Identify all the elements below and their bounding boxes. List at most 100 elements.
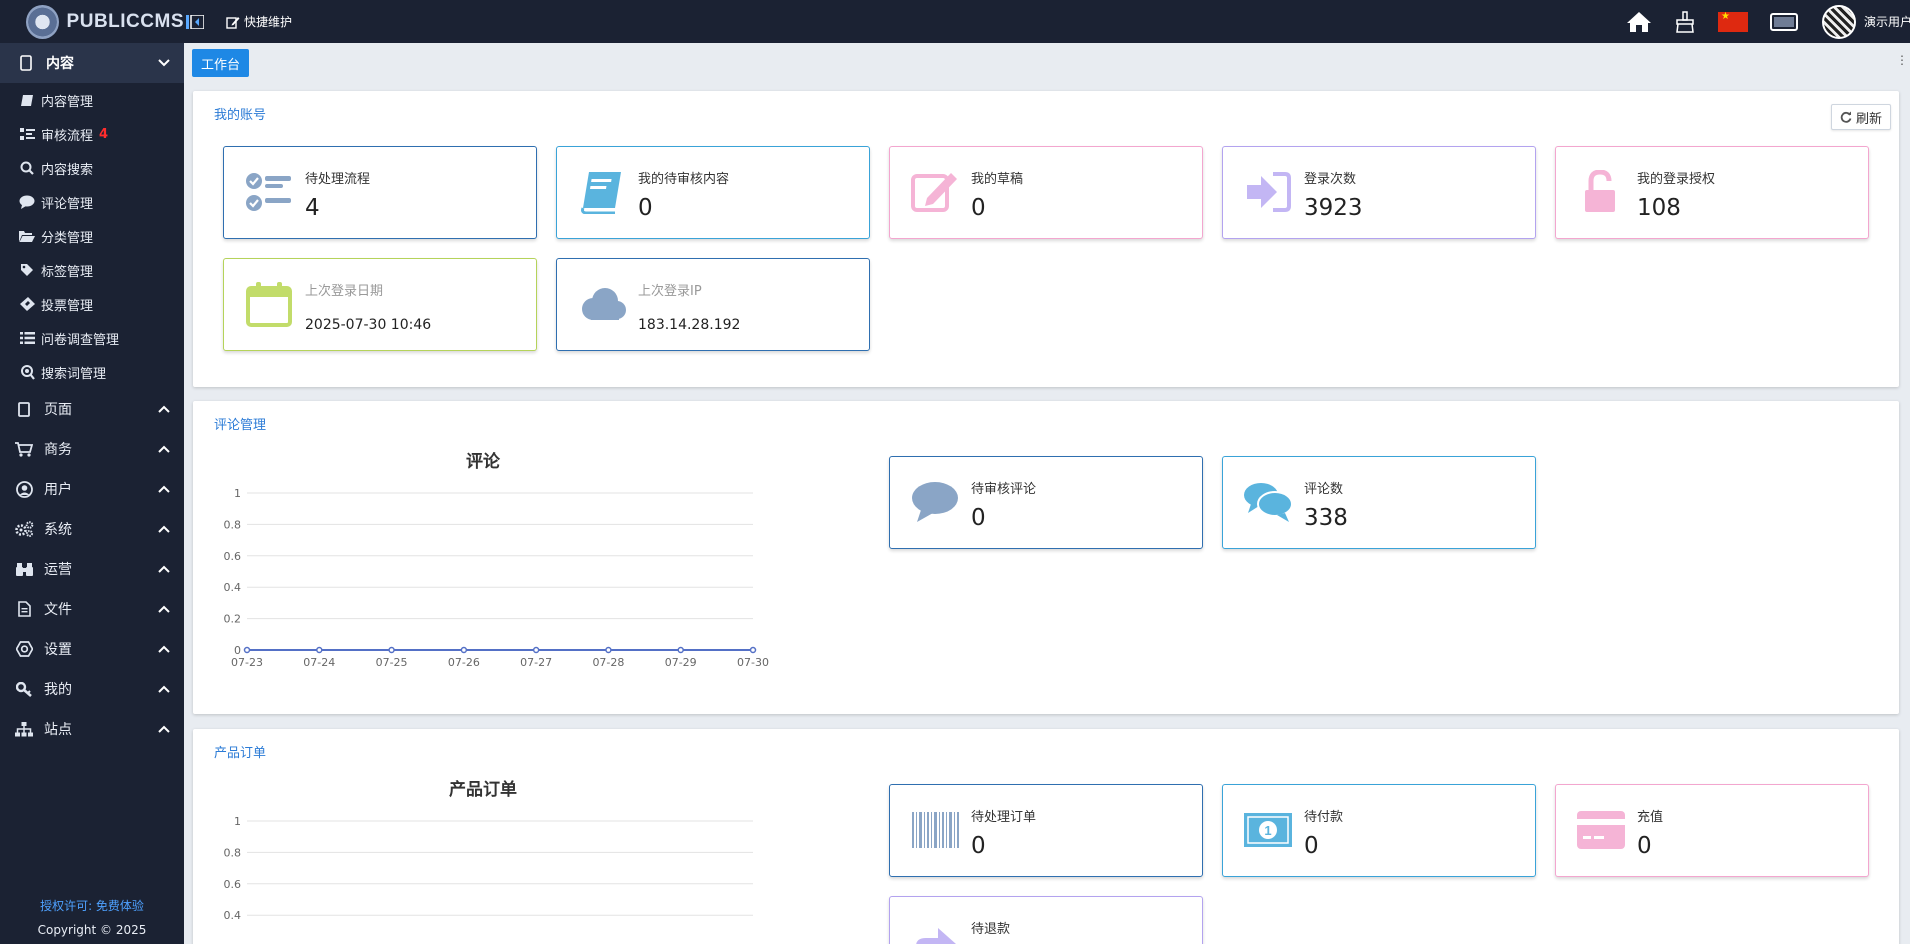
card-my-pending-content[interactable]: 我的待审核内容 0 bbox=[556, 146, 870, 239]
sidebar-group-content[interactable]: 内容 bbox=[0, 43, 184, 83]
chevron-up-icon bbox=[158, 561, 170, 577]
sidebar-item-label: 内容搜索 bbox=[41, 162, 94, 178]
tablet-icon bbox=[14, 401, 34, 417]
y-tick-label: 0.2 bbox=[224, 613, 242, 626]
card-login-count[interactable]: 登录次数 3923 bbox=[1222, 146, 1536, 239]
quick-maintain-link[interactable]: 快捷维护 bbox=[226, 13, 292, 30]
card-value: 0 bbox=[971, 833, 986, 859]
card-pending-flow[interactable]: 待处理流程 4 bbox=[223, 146, 537, 239]
key-icon bbox=[14, 681, 34, 697]
sidebar-group-label: 运营 bbox=[44, 562, 72, 578]
language-flag-icon[interactable] bbox=[1718, 11, 1748, 32]
sidebar-group-commerce[interactable]: 商务 bbox=[0, 429, 184, 469]
sidebar-group-files[interactable]: 文件 bbox=[0, 589, 184, 629]
home-icon[interactable] bbox=[1626, 11, 1652, 33]
sidebar-item-content-manage[interactable]: 内容管理 bbox=[0, 83, 184, 117]
y-tick-label: 0.4 bbox=[224, 909, 242, 922]
chevron-up-icon bbox=[158, 601, 170, 617]
sidebar-group-operations[interactable]: 运营 bbox=[0, 549, 184, 589]
card-value: 338 bbox=[1304, 505, 1348, 531]
card-last-login-ip[interactable]: 上次登录IP 183.14.28.192 bbox=[556, 258, 870, 351]
fullscreen-icon[interactable] bbox=[1770, 12, 1798, 31]
sidebar-item-label: 标签管理 bbox=[41, 264, 94, 280]
sidebar-item-label: 分类管理 bbox=[41, 230, 94, 246]
user-avatar[interactable] bbox=[1822, 4, 1856, 39]
sidebar-group-system[interactable]: 系统 bbox=[0, 509, 184, 549]
logo[interactable]: PUBLICCMS bbox=[0, 0, 184, 43]
card-value: 0 bbox=[971, 195, 986, 221]
card-label: 待审核评论 bbox=[971, 482, 1037, 497]
chevron-up-icon bbox=[158, 521, 170, 537]
sidebar-item-categories[interactable]: 分类管理 bbox=[0, 219, 184, 253]
sidebar-item-comments[interactable]: 评论管理 bbox=[0, 185, 184, 219]
folder-open-icon bbox=[19, 230, 35, 243]
user-name[interactable]: 演示用户4 bbox=[1864, 13, 1910, 30]
card-last-login-date[interactable]: 上次登录日期 2025-07-30 10:46 bbox=[223, 258, 537, 351]
license-link[interactable]: 授权许可: 免费体验 bbox=[0, 894, 184, 918]
copyright-text: Copyright © 2025 bbox=[37, 923, 147, 937]
sidebar-item-surveys[interactable]: 问卷调查管理 bbox=[0, 321, 184, 355]
data-point bbox=[532, 646, 540, 654]
comments-chart: 评论 1 0.8 0.6 0.4 0.2 0 07-23 07-24 07-25 07-26 07-… bbox=[213, 441, 773, 681]
edit-icon bbox=[910, 167, 960, 217]
card-label: 待处理订单 bbox=[971, 810, 1037, 825]
card-label: 充值 bbox=[1637, 810, 1664, 825]
chevron-up-icon bbox=[158, 481, 170, 497]
sidebar-item-search-words[interactable]: 搜索词管理 bbox=[0, 355, 184, 389]
edit-icon bbox=[226, 16, 240, 29]
card-login-auth[interactable]: 我的登录授权 108 bbox=[1555, 146, 1869, 239]
sidebar-item-votes[interactable]: 投票管理 bbox=[0, 287, 184, 321]
card-recharge[interactable]: 充值 0 bbox=[1555, 784, 1869, 877]
sidebar-group-pages[interactable]: 页面 bbox=[0, 389, 184, 429]
cogs-icon bbox=[14, 521, 34, 537]
card-my-drafts[interactable]: 我的草稿 0 bbox=[889, 146, 1203, 239]
sidebar-group-users[interactable]: 用户 bbox=[0, 469, 184, 509]
card-pending-payment[interactable]: 1 待付款 0 bbox=[1222, 784, 1536, 877]
tab-workbench[interactable]: 工作台 bbox=[192, 49, 250, 77]
svg-text:1: 1 bbox=[1264, 823, 1271, 838]
refresh-button[interactable]: 刷新 bbox=[1830, 104, 1891, 130]
card-pending-refund[interactable]: 待退款 bbox=[889, 896, 1203, 944]
data-point bbox=[749, 646, 757, 654]
sidebar-group-label: 设置 bbox=[44, 642, 72, 658]
x-tick-label: 07-26 bbox=[448, 656, 480, 669]
panel-title: 我的账号 bbox=[214, 108, 267, 123]
x-tick-label: 07-28 bbox=[592, 656, 624, 669]
book-icon bbox=[19, 94, 35, 107]
logo-text: PUBLICCMS bbox=[66, 10, 184, 32]
sign-in-icon bbox=[1243, 167, 1293, 217]
search-icon bbox=[19, 161, 35, 175]
sidebar-group-settings[interactable]: 设置 bbox=[0, 629, 184, 669]
sidebar-item-review-flow[interactable]: 审核流程 4 bbox=[0, 117, 184, 151]
sidebar-group-mine[interactable]: 我的 bbox=[0, 669, 184, 709]
card-comment-count[interactable]: 评论数 338 bbox=[1222, 456, 1536, 549]
sidebar-item-content-search[interactable]: 内容搜索 bbox=[0, 151, 184, 185]
sidebar-group-sites[interactable]: 站点 bbox=[0, 709, 184, 749]
cloud-icon bbox=[577, 279, 627, 329]
clear-cache-icon[interactable] bbox=[1674, 10, 1696, 33]
sidebar-item-label: 投票管理 bbox=[41, 298, 94, 314]
data-point bbox=[388, 646, 395, 654]
card-label: 待处理流程 bbox=[305, 172, 371, 187]
card-pending-comments[interactable]: 待审核评论 0 bbox=[889, 456, 1203, 549]
card-pending-orders[interactable]: 待处理订单 0 bbox=[889, 784, 1203, 877]
more-vertical-icon[interactable]: ⋮ bbox=[1896, 53, 1908, 67]
chart-title: 评论 bbox=[466, 452, 500, 472]
card-label: 评论数 bbox=[1304, 482, 1344, 497]
ticket-icon bbox=[19, 297, 35, 311]
chevron-up-icon bbox=[158, 641, 170, 657]
logo-mark-icon bbox=[26, 4, 59, 39]
x-tick-label: 07-27 bbox=[520, 656, 552, 669]
user-circle-icon bbox=[14, 480, 34, 498]
chevron-up-icon bbox=[158, 401, 170, 417]
sidebar-item-tags[interactable]: 标签管理 bbox=[0, 253, 184, 287]
sidebar-toggle-icon[interactable] bbox=[186, 14, 204, 30]
card-label: 待付款 bbox=[1304, 810, 1344, 825]
quick-maintain-label: 快捷维护 bbox=[244, 15, 293, 29]
chevron-up-icon bbox=[158, 681, 170, 697]
sidebar-group-label: 我的 bbox=[44, 682, 72, 698]
comments-panel: 评论管理 评论 1 0.8 0.6 0.4 0.2 0 07-23 07-24 07-25 07-… bbox=[193, 401, 1899, 714]
y-tick-label: 0.8 bbox=[224, 518, 242, 531]
panel-title: 产品订单 bbox=[214, 746, 267, 761]
list-icon bbox=[19, 332, 35, 344]
